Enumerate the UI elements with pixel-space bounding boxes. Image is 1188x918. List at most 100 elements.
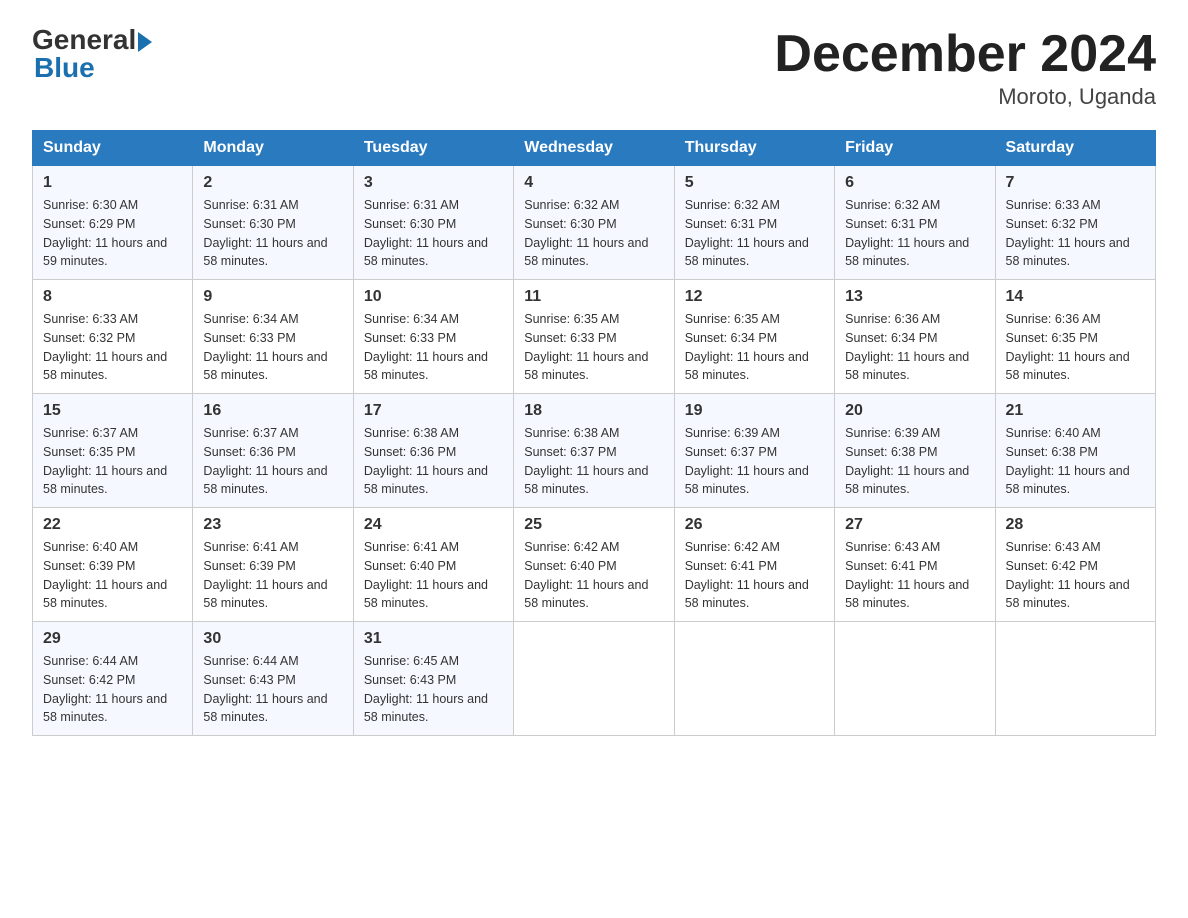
day-number: 16 (203, 402, 342, 420)
calendar-cell: 10 Sunrise: 6:34 AMSunset: 6:33 PMDayligh… (353, 280, 513, 394)
day-info: Sunrise: 6:41 AMSunset: 6:40 PMDaylight:… (364, 538, 503, 613)
logo-arrow-icon (138, 32, 152, 52)
month-title: December 2024 (774, 24, 1156, 84)
page-header: General Blue December 2024 Moroto, Ugand… (32, 24, 1156, 110)
calendar-cell: 31 Sunrise: 6:45 AMSunset: 6:43 PMDayligh… (353, 622, 513, 736)
header-sunday: Sunday (33, 131, 193, 166)
day-info: Sunrise: 6:37 AMSunset: 6:36 PMDaylight:… (203, 424, 342, 499)
day-number: 29 (43, 630, 182, 648)
day-number: 5 (685, 174, 824, 192)
day-number: 3 (364, 174, 503, 192)
day-info: Sunrise: 6:36 AMSunset: 6:35 PMDaylight:… (1006, 310, 1145, 385)
calendar-cell: 16 Sunrise: 6:37 AMSunset: 6:36 PMDayligh… (193, 394, 353, 508)
calendar-cell: 20Sunrise: 6:39 AMSunset: 6:38 PMDayligh… (835, 394, 995, 508)
day-info: Sunrise: 6:39 AMSunset: 6:38 PMDaylight:… (845, 424, 984, 499)
day-info: Sunrise: 6:30 AMSunset: 6:29 PMDaylight:… (43, 196, 182, 271)
day-number: 24 (364, 516, 503, 534)
day-number: 31 (364, 630, 503, 648)
logo-blue-text: Blue (34, 52, 95, 84)
day-number: 25 (524, 516, 663, 534)
day-info: Sunrise: 6:35 AMSunset: 6:33 PMDaylight:… (524, 310, 663, 385)
calendar-cell: 26 Sunrise: 6:42 AMSunset: 6:41 PMDayligh… (674, 508, 834, 622)
calendar-header-row: SundayMondayTuesdayWednesdayThursdayFrid… (33, 131, 1156, 166)
day-info: Sunrise: 6:44 AMSunset: 6:43 PMDaylight:… (203, 652, 342, 727)
day-info: Sunrise: 6:43 AMSunset: 6:42 PMDaylight:… (1006, 538, 1145, 613)
calendar-cell: 7Sunrise: 6:33 AMSunset: 6:32 PMDaylight… (995, 166, 1155, 280)
calendar-cell: 23 Sunrise: 6:41 AMSunset: 6:39 PMDayligh… (193, 508, 353, 622)
day-info: Sunrise: 6:31 AMSunset: 6:30 PMDaylight:… (203, 196, 342, 271)
calendar-cell (514, 622, 674, 736)
day-info: Sunrise: 6:40 AMSunset: 6:38 PMDaylight:… (1006, 424, 1145, 499)
calendar-cell (674, 622, 834, 736)
day-info: Sunrise: 6:45 AMSunset: 6:43 PMDaylight:… (364, 652, 503, 727)
day-number: 2 (203, 174, 342, 192)
day-number: 13 (845, 288, 984, 306)
header-wednesday: Wednesday (514, 131, 674, 166)
calendar-cell: 1 Sunrise: 6:30 AMSunset: 6:29 PMDaylight… (33, 166, 193, 280)
calendar-cell: 22 Sunrise: 6:40 AMSunset: 6:39 PMDayligh… (33, 508, 193, 622)
calendar-cell: 18 Sunrise: 6:38 AMSunset: 6:37 PMDayligh… (514, 394, 674, 508)
calendar-cell: 15 Sunrise: 6:37 AMSunset: 6:35 PMDayligh… (33, 394, 193, 508)
location-title: Moroto, Uganda (774, 84, 1156, 110)
day-number: 15 (43, 402, 182, 420)
calendar-cell: 17 Sunrise: 6:38 AMSunset: 6:36 PMDayligh… (353, 394, 513, 508)
day-number: 8 (43, 288, 182, 306)
day-info: Sunrise: 6:34 AMSunset: 6:33 PMDaylight:… (364, 310, 503, 385)
day-info: Sunrise: 6:32 AMSunset: 6:31 PMDaylight:… (845, 196, 984, 271)
header-friday: Friday (835, 131, 995, 166)
calendar-cell: 8 Sunrise: 6:33 AMSunset: 6:32 PMDaylight… (33, 280, 193, 394)
day-info: Sunrise: 6:41 AMSunset: 6:39 PMDaylight:… (203, 538, 342, 613)
calendar-cell: 24 Sunrise: 6:41 AMSunset: 6:40 PMDayligh… (353, 508, 513, 622)
calendar-cell: 9Sunrise: 6:34 AMSunset: 6:33 PMDaylight… (193, 280, 353, 394)
day-number: 4 (524, 174, 663, 192)
day-info: Sunrise: 6:33 AMSunset: 6:32 PMDaylight:… (1006, 196, 1145, 271)
day-number: 22 (43, 516, 182, 534)
day-number: 11 (524, 288, 663, 306)
day-info: Sunrise: 6:36 AMSunset: 6:34 PMDaylight:… (845, 310, 984, 385)
day-number: 23 (203, 516, 342, 534)
day-number: 19 (685, 402, 824, 420)
day-number: 21 (1006, 402, 1145, 420)
day-info: Sunrise: 6:44 AMSunset: 6:42 PMDaylight:… (43, 652, 182, 727)
calendar-week-row: 1 Sunrise: 6:30 AMSunset: 6:29 PMDaylight… (33, 166, 1156, 280)
day-number: 14 (1006, 288, 1145, 306)
day-info: Sunrise: 6:42 AMSunset: 6:41 PMDaylight:… (685, 538, 824, 613)
day-number: 17 (364, 402, 503, 420)
day-number: 1 (43, 174, 182, 192)
day-info: Sunrise: 6:40 AMSunset: 6:39 PMDaylight:… (43, 538, 182, 613)
calendar-week-row: 29 Sunrise: 6:44 AMSunset: 6:42 PMDayligh… (33, 622, 1156, 736)
day-number: 30 (203, 630, 342, 648)
calendar-cell (995, 622, 1155, 736)
day-info: Sunrise: 6:39 AMSunset: 6:37 PMDaylight:… (685, 424, 824, 499)
calendar-cell: 6Sunrise: 6:32 AMSunset: 6:31 PMDaylight… (835, 166, 995, 280)
header-monday: Monday (193, 131, 353, 166)
title-section: December 2024 Moroto, Uganda (774, 24, 1156, 110)
day-info: Sunrise: 6:32 AMSunset: 6:30 PMDaylight:… (524, 196, 663, 271)
day-number: 12 (685, 288, 824, 306)
calendar-cell: 29 Sunrise: 6:44 AMSunset: 6:42 PMDayligh… (33, 622, 193, 736)
day-info: Sunrise: 6:38 AMSunset: 6:36 PMDaylight:… (364, 424, 503, 499)
calendar-cell: 14 Sunrise: 6:36 AMSunset: 6:35 PMDayligh… (995, 280, 1155, 394)
calendar-cell: 2 Sunrise: 6:31 AMSunset: 6:30 PMDaylight… (193, 166, 353, 280)
day-info: Sunrise: 6:38 AMSunset: 6:37 PMDaylight:… (524, 424, 663, 499)
logo: General Blue (32, 24, 152, 84)
calendar-cell: 30 Sunrise: 6:44 AMSunset: 6:43 PMDayligh… (193, 622, 353, 736)
day-number: 10 (364, 288, 503, 306)
day-number: 9 (203, 288, 342, 306)
header-tuesday: Tuesday (353, 131, 513, 166)
day-info: Sunrise: 6:37 AMSunset: 6:35 PMDaylight:… (43, 424, 182, 499)
day-info: Sunrise: 6:42 AMSunset: 6:40 PMDaylight:… (524, 538, 663, 613)
calendar-cell: 19 Sunrise: 6:39 AMSunset: 6:37 PMDayligh… (674, 394, 834, 508)
day-number: 27 (845, 516, 984, 534)
calendar-cell (835, 622, 995, 736)
calendar-cell: 4 Sunrise: 6:32 AMSunset: 6:30 PMDaylight… (514, 166, 674, 280)
day-info: Sunrise: 6:33 AMSunset: 6:32 PMDaylight:… (43, 310, 182, 385)
calendar-week-row: 8 Sunrise: 6:33 AMSunset: 6:32 PMDaylight… (33, 280, 1156, 394)
calendar-cell: 13 Sunrise: 6:36 AMSunset: 6:34 PMDayligh… (835, 280, 995, 394)
day-number: 26 (685, 516, 824, 534)
day-number: 18 (524, 402, 663, 420)
calendar-week-row: 15 Sunrise: 6:37 AMSunset: 6:35 PMDayligh… (33, 394, 1156, 508)
calendar-cell: 28 Sunrise: 6:43 AMSunset: 6:42 PMDayligh… (995, 508, 1155, 622)
day-number: 28 (1006, 516, 1145, 534)
calendar-cell: 27Sunrise: 6:43 AMSunset: 6:41 PMDayligh… (835, 508, 995, 622)
